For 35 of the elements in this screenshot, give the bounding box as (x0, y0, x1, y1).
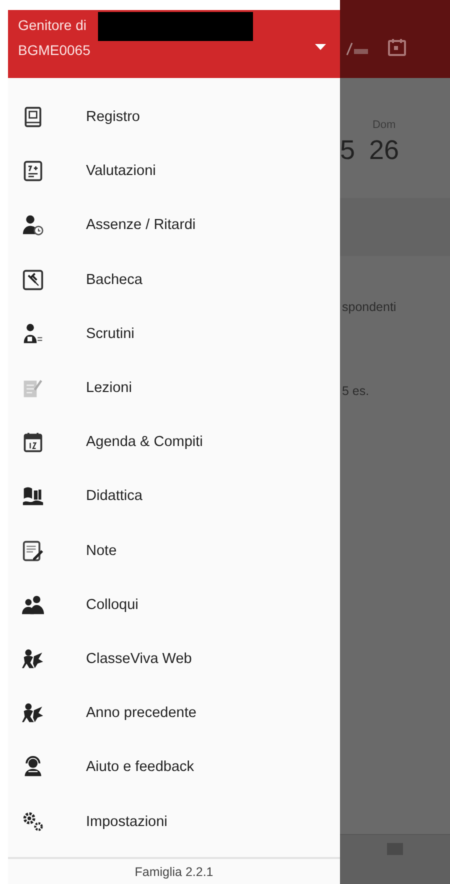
menu-item[interactable]: Impostazioni (8, 794, 340, 849)
student-code: BGME0065 (18, 42, 90, 58)
note-pencil-icon (22, 540, 44, 562)
notebook-pencil-icon (22, 377, 44, 400)
menu-item[interactable]: Bacheca (8, 252, 340, 307)
books-icon (22, 485, 44, 508)
menu-item[interactable]: Didattica (8, 469, 340, 524)
person-clock-icon (22, 214, 44, 236)
menu-item[interactable]: ClasseViva Web (8, 632, 340, 686)
menu-item[interactable]: Aiuto e feedback (8, 740, 340, 794)
figures-icon (22, 702, 44, 724)
background-text: spondenti (341, 300, 398, 314)
menu-item[interactable]: Anno precedente (8, 686, 340, 740)
parent-label: Genitore di (18, 16, 86, 34)
pushpin-board-icon (22, 268, 44, 291)
app-version: Famiglia 2.2.1 (134, 864, 214, 878)
menu-item[interactable]: Lezioni (8, 360, 340, 416)
menu-item[interactable]: Agenda & Compiti (8, 415, 340, 470)
headset-person-icon (22, 756, 44, 778)
menu-item[interactable]: Scrutini (8, 306, 340, 361)
book-icon (22, 106, 44, 128)
menu-item[interactable]: Note (8, 524, 340, 578)
menu-item[interactable]: Registro (8, 90, 340, 144)
calendar-icon[interactable] (388, 38, 406, 56)
person-list-icon (22, 322, 44, 345)
dropdown-caret-icon[interactable] (315, 44, 326, 50)
menu-item[interactable]: Assenze / Ritardi (8, 198, 340, 253)
grade-sheet-icon (22, 160, 44, 182)
menu-item[interactable]: Valutazioni (8, 144, 340, 198)
figures-icon (22, 648, 44, 670)
gears-icon (22, 810, 44, 833)
menu-item[interactable]: Colloqui (8, 578, 340, 632)
people-icon (22, 594, 44, 616)
background-text: 5 es. (341, 384, 370, 398)
calendar-icon (22, 431, 44, 454)
